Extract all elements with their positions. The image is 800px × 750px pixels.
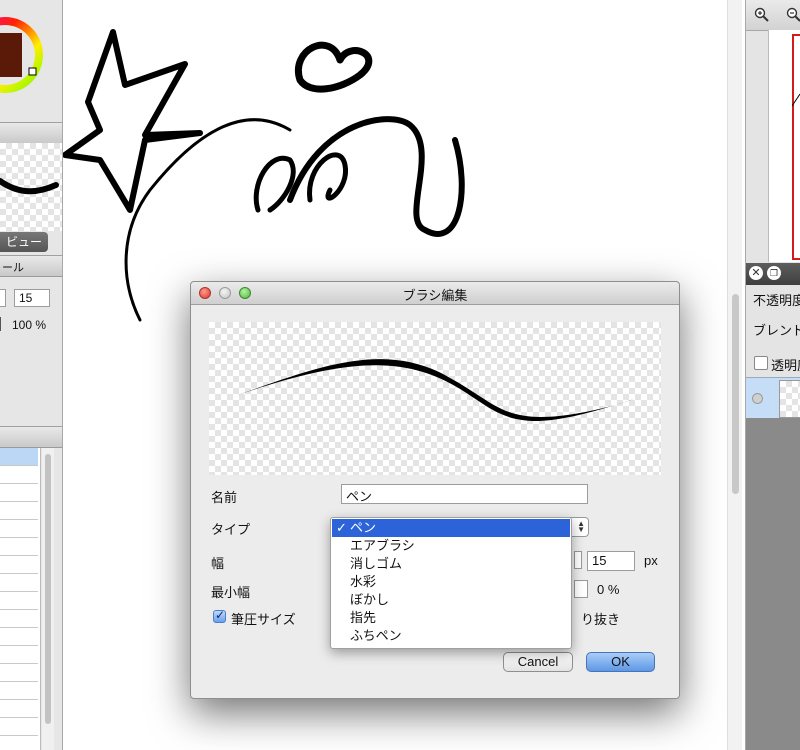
dropdown-item-edge-pen[interactable]: ふちペン xyxy=(332,627,570,645)
list-item[interactable] xyxy=(0,682,38,700)
left-opacity-divider xyxy=(0,317,1,331)
color-wheel[interactable] xyxy=(0,0,62,120)
transparency-label: 透明度 xyxy=(771,358,800,373)
dropdown-item-airbrush[interactable]: エアブラシ xyxy=(332,537,570,555)
min-width-label: 最小幅 xyxy=(211,585,251,600)
dropdown-item-label: エアブラシ xyxy=(350,538,415,553)
name-input-value: ペン xyxy=(346,489,373,504)
width-input[interactable]: 15 xyxy=(587,551,635,571)
dropdown-item-label: 指先 xyxy=(350,610,377,625)
navigator-thumbnail[interactable] xyxy=(768,30,800,262)
pressure-size-label: 筆圧サイズ xyxy=(231,612,296,627)
ok-button-label: OK xyxy=(611,654,630,669)
left-field-stub[interactable] xyxy=(0,289,6,307)
transparency-checkbox[interactable] xyxy=(754,356,768,370)
width-slider-stub[interactable] xyxy=(574,551,582,569)
navigator-toolbar xyxy=(746,0,800,31)
layer-row[interactable] xyxy=(746,377,800,419)
checkmark-icon: ✓ xyxy=(336,520,347,535)
min-width-slider-stub[interactable] xyxy=(574,580,588,598)
layers-toolbar: ✕ ❐ xyxy=(746,263,800,285)
layer-thumbnail xyxy=(779,380,800,418)
cancel-button[interactable]: Cancel xyxy=(503,652,573,672)
type-label: タイプ xyxy=(211,522,251,537)
width-input-value: 15 xyxy=(592,553,607,568)
loop-stroke-1 xyxy=(253,155,296,213)
tool-header: ール xyxy=(0,255,62,277)
brush-list-scrollbar[interactable] xyxy=(42,448,54,750)
zoom-out-icon[interactable] xyxy=(786,7,800,23)
cutout-label: り抜き xyxy=(581,612,621,627)
canvas-vertical-scrollbar[interactable] xyxy=(727,0,742,750)
tool-header-label: ール xyxy=(2,262,24,274)
zoom-in-icon[interactable] xyxy=(754,7,770,23)
list-item[interactable] xyxy=(0,574,38,592)
layer-visibility-toggle[interactable] xyxy=(752,393,763,404)
duplicate-layer-icon[interactable]: ❐ xyxy=(767,266,781,280)
right-panel: ✕ ❐ 不透明度 ブレンド 透明度 xyxy=(745,0,800,750)
left-panel: ビュー ール 15 100 % xyxy=(0,0,63,750)
cancel-button-label: Cancel xyxy=(517,654,559,669)
wave-stroke xyxy=(287,116,465,237)
preview-button-label: ビュー xyxy=(5,235,42,249)
dialog-titlebar[interactable]: ブラシ編集 xyxy=(191,282,679,305)
min-width-value: 0 % xyxy=(597,582,620,597)
width-label: 幅 xyxy=(211,556,225,571)
list-item[interactable] xyxy=(0,520,38,538)
list-item[interactable] xyxy=(0,466,38,484)
pressure-size-checkbox[interactable]: ✓ xyxy=(213,608,226,623)
list-item[interactable] xyxy=(0,556,38,574)
dropdown-item-label: ペン xyxy=(350,520,377,535)
brush-list-scroll-thumb[interactable] xyxy=(45,454,51,724)
list-item[interactable] xyxy=(0,610,38,628)
dropdown-item-label: 水彩 xyxy=(350,574,377,589)
list-item[interactable] xyxy=(0,592,38,610)
stroke-preview-shape xyxy=(235,359,634,422)
stroke-preview-area xyxy=(209,322,661,475)
dropdown-item-label: ふちペン xyxy=(350,628,402,643)
left-width-value: 15 xyxy=(19,291,33,305)
list-item[interactable] xyxy=(0,700,38,718)
list-item[interactable] xyxy=(0,538,38,556)
dropdown-item-label: 消しゴム xyxy=(350,556,403,571)
star-stroke xyxy=(62,29,203,213)
brush-preview-header xyxy=(0,122,62,144)
list-item[interactable] xyxy=(0,448,38,466)
name-input[interactable]: ペン xyxy=(341,484,588,504)
ok-button[interactable]: OK xyxy=(586,652,655,672)
brush-preview-area xyxy=(0,143,62,231)
list-item[interactable] xyxy=(0,664,38,682)
brush-list-header xyxy=(0,426,62,448)
checkbox-check-icon: ✓ xyxy=(215,608,226,622)
dropdown-item-label: ぼかし xyxy=(350,592,390,607)
opacity-label: 不透明度 xyxy=(753,293,800,308)
loop-stroke-2 xyxy=(307,152,349,203)
dialog-title: ブラシ編集 xyxy=(402,288,468,303)
dropdown-item-pen[interactable]: ✓ ペン xyxy=(332,519,570,537)
left-opacity-value: 100 % xyxy=(12,318,47,332)
preview-button[interactable]: ビュー xyxy=(0,232,48,252)
left-width-field[interactable]: 15 xyxy=(14,289,50,307)
brush-list[interactable] xyxy=(0,448,41,750)
list-item[interactable] xyxy=(0,628,38,646)
chevron-updown-icon: ▲ ▼ xyxy=(577,519,585,534)
dropdown-item-watercolor[interactable]: 水彩 xyxy=(332,573,570,591)
navigator-viewport-frame[interactable] xyxy=(792,34,800,260)
heart-stroke xyxy=(294,41,373,93)
delete-layer-icon[interactable]: ✕ xyxy=(749,266,763,280)
width-unit: px xyxy=(644,553,658,568)
type-dropdown-menu[interactable]: ✓ ペン エアブラシ 消しゴム 水彩 ぼかし 指先 ふちペン xyxy=(330,517,572,649)
blend-label: ブレンド xyxy=(753,323,800,338)
list-item[interactable] xyxy=(0,484,38,502)
canvas-scroll-thumb[interactable] xyxy=(732,294,739,494)
dropdown-item-blur[interactable]: ぼかし xyxy=(332,591,570,609)
list-item[interactable] xyxy=(0,646,38,664)
dropdown-item-eraser[interactable]: 消しゴム xyxy=(332,555,570,573)
list-item[interactable] xyxy=(0,718,38,736)
layers-empty-area xyxy=(746,418,800,750)
dropdown-item-finger[interactable]: 指先 xyxy=(332,609,570,627)
navigator-stroke-preview xyxy=(792,93,800,107)
name-label: 名前 xyxy=(211,490,238,505)
list-item[interactable] xyxy=(0,502,38,520)
